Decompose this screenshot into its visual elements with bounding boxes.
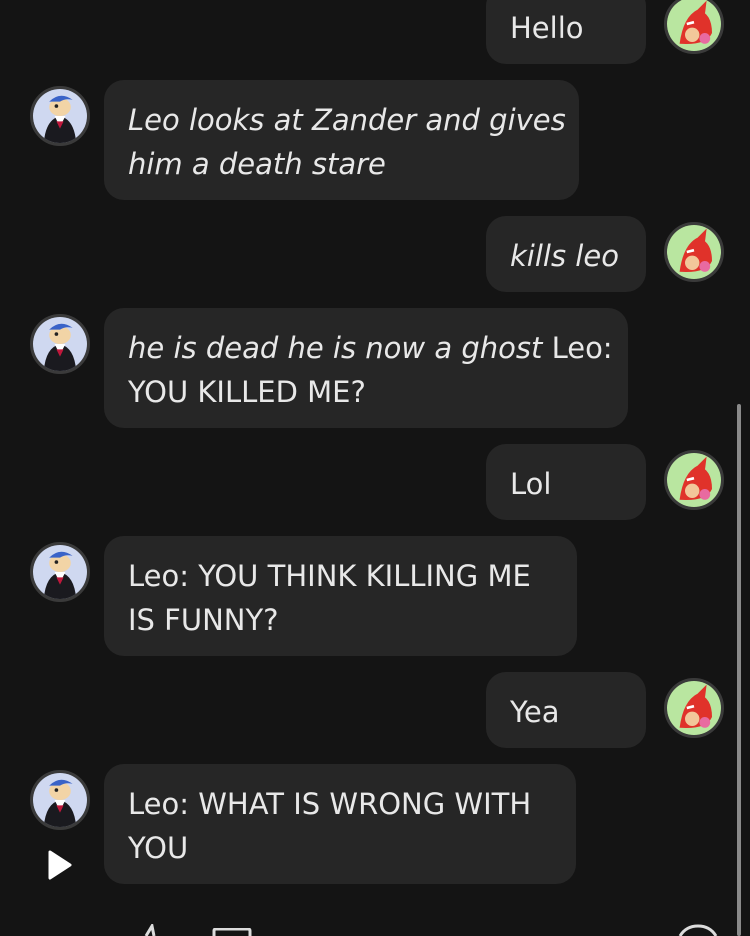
bot-avatar[interactable] (30, 86, 90, 146)
message-text: Yea (510, 695, 560, 729)
user-message-bubble[interactable]: Lol (486, 444, 646, 520)
bot-avatar[interactable] (30, 770, 90, 830)
play-icon[interactable] (42, 848, 76, 882)
leo-avatar-icon (33, 773, 87, 827)
message-line: Leo: YOU THINK KILLING ME (128, 559, 531, 593)
message-line: him a death stare (128, 147, 386, 181)
regenerate-icon[interactable] (676, 924, 720, 936)
user-message-bubble[interactable]: Hello (486, 0, 646, 64)
bot-message-bubble[interactable]: Leo looks at Zander and gives him a deat… (104, 80, 579, 200)
message-line: Leo looks at Zander and gives (128, 103, 566, 137)
message-line: IS FUNNY? (128, 603, 279, 637)
message-line: YOU (128, 831, 189, 865)
bot-message-bubble[interactable]: Leo: WHAT IS WRONG WITH YOU (104, 764, 576, 884)
message-text: Lol (510, 467, 552, 501)
leo-avatar-icon (33, 545, 87, 599)
message-text: kills leo (510, 239, 619, 273)
bot-message-bubble[interactable]: Leo: YOU THINK KILLING ME IS FUNNY? (104, 536, 577, 656)
fox-avatar-icon (667, 453, 721, 507)
leo-avatar-icon (33, 89, 87, 143)
leo-avatar-icon (33, 317, 87, 371)
scrollbar[interactable] (737, 404, 741, 936)
copy-icon[interactable] (212, 928, 252, 936)
user-avatar[interactable] (664, 450, 724, 510)
user-message-bubble[interactable]: Yea (486, 672, 646, 748)
user-avatar[interactable] (664, 678, 724, 738)
user-avatar[interactable] (664, 0, 724, 54)
bot-message-bubble[interactable]: he is dead he is now a ghost Leo: YOU KI… (104, 308, 628, 428)
message-line: Leo: WHAT IS WRONG WITH (128, 787, 532, 821)
bot-avatar[interactable] (30, 314, 90, 374)
bot-avatar[interactable] (30, 542, 90, 602)
fox-avatar-icon (667, 225, 721, 279)
message-line: YOU KILLED ME? (128, 375, 366, 409)
user-avatar[interactable] (664, 222, 724, 282)
thumbs-up-icon[interactable] (140, 924, 164, 936)
message-line: he is dead he is now a ghost Leo: (128, 331, 613, 365)
message-text: Hello (510, 11, 584, 45)
fox-avatar-icon (667, 681, 721, 735)
user-message-bubble[interactable]: kills leo (486, 216, 646, 292)
fox-avatar-icon (667, 0, 721, 51)
